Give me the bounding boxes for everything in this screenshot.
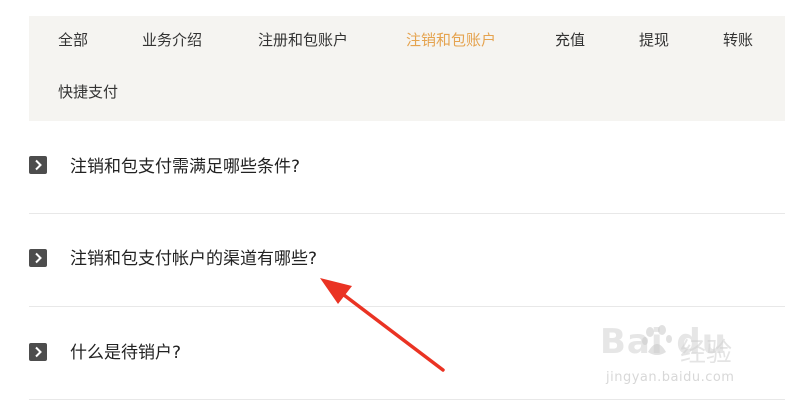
- chevron-right-icon[interactable]: [29, 156, 47, 174]
- tab-business-intro[interactable]: 业务介绍: [142, 30, 202, 50]
- paw-icon: [642, 325, 672, 355]
- baidu-jingyan-watermark: Bai du 经验 jingyan.baidu.com: [592, 318, 752, 396]
- faq-question[interactable]: 什么是待销户?: [70, 342, 181, 364]
- watermark-url: jingyan.baidu.com: [606, 370, 735, 385]
- category-tab-bar: 全部 业务介绍 注册和包账户 注销和包账户 充值 提现 转账 快捷支付: [29, 16, 785, 121]
- tab-withdraw[interactable]: 提现: [639, 30, 669, 50]
- faq-item[interactable]: 注销和包支付需满足哪些条件?: [29, 121, 785, 214]
- tab-transfer[interactable]: 转账: [723, 30, 753, 50]
- tab-all[interactable]: 全部: [58, 30, 88, 50]
- tab-cancel-account[interactable]: 注销和包账户: [406, 30, 496, 50]
- jingyan-label: 经验: [680, 338, 733, 368]
- faq-question[interactable]: 注销和包支付需满足哪些条件?: [70, 156, 300, 178]
- faq-question[interactable]: 注销和包支付帐户的渠道有哪些?: [70, 248, 317, 270]
- divider: [29, 399, 785, 400]
- chevron-right-icon[interactable]: [29, 343, 47, 361]
- chevron-right-icon[interactable]: [29, 249, 47, 267]
- tab-register-account[interactable]: 注册和包账户: [258, 30, 348, 50]
- annotation-arrow-icon: [320, 278, 445, 372]
- tab-quick-pay[interactable]: 快捷支付: [58, 82, 118, 102]
- tab-recharge[interactable]: 充值: [555, 30, 585, 50]
